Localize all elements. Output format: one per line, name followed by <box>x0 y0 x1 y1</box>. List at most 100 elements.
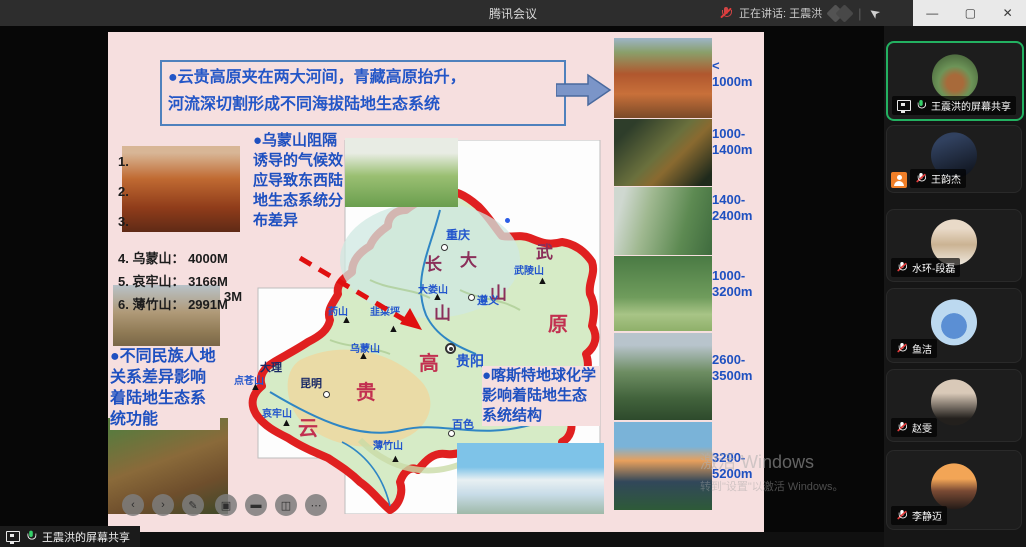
map-label: 大 <box>460 246 477 271</box>
right-block-arrow <box>556 72 612 108</box>
mic-on-icon <box>916 100 926 111</box>
note-minority: ●不同民族人地关系差异影响着陆地生态系统功能 <box>110 346 220 430</box>
map-label: 重庆 <box>446 226 470 243</box>
elev-range-line1: 3200- <box>712 450 764 466</box>
participant-tile[interactable]: 水环-段磊 <box>886 209 1022 282</box>
elev-range-line1: 1000- <box>712 126 764 142</box>
note-wumeng: ●乌蒙山阻隔诱导的气候效应导致东西陆地生态系统分布差异 <box>253 131 343 231</box>
minimize-button[interactable]: — <box>926 6 938 20</box>
mountain-peak-marker: ▲ <box>537 276 548 286</box>
tencent-meeting-logo-icon <box>829 7 851 20</box>
participant-tile[interactable]: 王韵杰 <box>886 125 1022 193</box>
elev-range-line2: 1400m <box>712 142 764 158</box>
participant-name: 王震洪的屏幕共享 <box>931 98 1011 113</box>
city-ring-marker <box>468 294 475 301</box>
map-label: 薄竹山 <box>373 437 403 452</box>
maximize-button[interactable]: ▢ <box>965 6 976 20</box>
map-label: 贵 <box>356 376 376 405</box>
mountain-list-item: 3. <box>118 214 129 229</box>
map-label: 哀牢山 <box>262 405 292 420</box>
titlebar-status: 正在讲话: 王震洪 | ➤ <box>720 0 879 26</box>
mic-on-icon <box>26 531 37 543</box>
mic-muted-icon <box>897 343 907 354</box>
pine-meadow-grazing-photo <box>614 256 712 331</box>
map-label: 武 <box>536 238 553 263</box>
elev-range-line2: 3200m <box>712 284 764 300</box>
participant-tile[interactable]: 赵雯 <box>886 369 1022 442</box>
map-label: 百色 <box>452 416 474 432</box>
meeting-window: 腾讯会议 正在讲话: 王震洪 | ➤ — ▢ ✕ ●云贵高原夹在两大河间，青藏高… <box>0 0 1026 547</box>
more-icon[interactable]: ⋯ <box>305 494 327 516</box>
map-label: 贵阳 <box>456 351 484 371</box>
participant-name-chip: 水环-段磊 <box>891 258 960 277</box>
mountain-list-item: 1. <box>118 154 129 169</box>
shaded-valley-photo <box>614 119 712 186</box>
mic-muted-icon <box>897 422 907 433</box>
prev-icon[interactable]: ‹ <box>122 494 144 516</box>
elev-range-line1: 2600- <box>712 352 764 368</box>
red-dashed-arrow <box>290 248 440 348</box>
mic-muted-icon <box>897 510 907 521</box>
close-button[interactable]: ✕ <box>1003 6 1013 20</box>
map-label: 云 <box>298 412 318 441</box>
participants-sidebar: 王震洪的屏幕共享王韵杰水环-段磊鱼洁赵雯李静迈 <box>884 26 1026 547</box>
participant-name: 李静迈 <box>912 508 942 523</box>
pen-icon[interactable]: ✎ <box>182 494 204 516</box>
elevation-label: <1000m <box>712 58 764 90</box>
participant-tile[interactable]: 王震洪的屏幕共享 <box>886 41 1024 121</box>
mic-muted-icon <box>916 173 926 184</box>
participant-name: 赵雯 <box>912 420 932 435</box>
shared-screen-slide: ●云贵高原夹在两大河间，青藏高原抬升， 河流深切割形成不同海拔陆地生态系统 <box>108 32 764 532</box>
window-controls: — ▢ ✕ <box>913 0 1026 26</box>
elevation-label: 2600-3500m <box>712 352 764 384</box>
headline-line1: ●云贵高原夹在两大河间，青藏高原抬升， <box>168 64 558 91</box>
avatar <box>931 463 977 509</box>
elev-range-line1: 1000- <box>712 268 764 284</box>
avatar <box>931 299 977 345</box>
mountain-list-fragment: 3M <box>224 289 242 304</box>
elev-range-line2: 5200m <box>712 466 764 482</box>
mountain-peak-marker: ▲ <box>390 454 401 464</box>
frame-icon[interactable]: ▣ <box>215 494 237 516</box>
map-label: 遵义 <box>477 292 499 308</box>
participant-name-chip: 王震洪的屏幕共享 <box>892 96 1016 115</box>
speaking-indicator: 正在讲话: 王震洪 <box>739 5 822 21</box>
elev-range-line2: 3500m <box>712 368 764 384</box>
participant-name-chip: 赵雯 <box>891 418 937 437</box>
titlebar-divider: | <box>858 6 861 21</box>
city-ring-marker <box>441 244 448 251</box>
participant-tile[interactable]: 李静迈 <box>886 450 1022 530</box>
desert-dune-photo <box>122 146 240 232</box>
mic-muted-icon <box>897 262 907 273</box>
screen-share-icon <box>6 531 20 542</box>
headline-textbox: ●云贵高原夹在两大河间，青藏高原抬升， 河流深切割形成不同海拔陆地生态系统 <box>160 60 566 126</box>
note-karst: ●喀斯特地球化学影响着陆地生态系统结构 <box>482 366 600 426</box>
titlebar: 腾讯会议 正在讲话: 王震洪 | ➤ — ▢ ✕ <box>0 0 1026 26</box>
host-role-icon <box>891 172 907 188</box>
camera-icon[interactable]: ▬ <box>245 494 267 516</box>
capital-ring-marker <box>445 343 456 354</box>
city-ring-marker <box>323 391 330 398</box>
comment-icon[interactable]: ◫ <box>275 494 297 516</box>
elevation-label: 1000-3200m <box>712 268 764 300</box>
next-icon[interactable]: › <box>152 494 174 516</box>
karst-wetland-photo <box>345 138 458 207</box>
elev-range-line2: 2400m <box>712 208 764 224</box>
bottom-strip <box>0 532 1026 547</box>
elevation-label: 1000-1400m <box>712 126 764 158</box>
elevation-label: 3200-5200m <box>712 450 764 482</box>
participant-name: 王韵杰 <box>931 171 961 186</box>
map-label: 原 <box>548 308 568 337</box>
screen-share-banner: 王震洪的屏幕共享 <box>0 526 140 547</box>
avatar <box>931 379 977 425</box>
participant-name-chip: 李静迈 <box>891 506 947 525</box>
cliff-forest-photo <box>614 187 712 255</box>
pine-pool-photo <box>457 443 604 514</box>
participant-tile[interactable]: 鱼洁 <box>886 288 1022 363</box>
mountain-list-item: 6. 薄竹山： 2991M <box>118 294 228 313</box>
mountain-list-item: 4. 乌蒙山： 4000M <box>118 248 228 267</box>
map-label: 高 <box>419 347 439 376</box>
elev-range-line1: < <box>712 58 764 74</box>
participant-name: 水环-段磊 <box>912 260 955 275</box>
screen-share-label: 王震洪的屏幕共享 <box>42 529 130 545</box>
